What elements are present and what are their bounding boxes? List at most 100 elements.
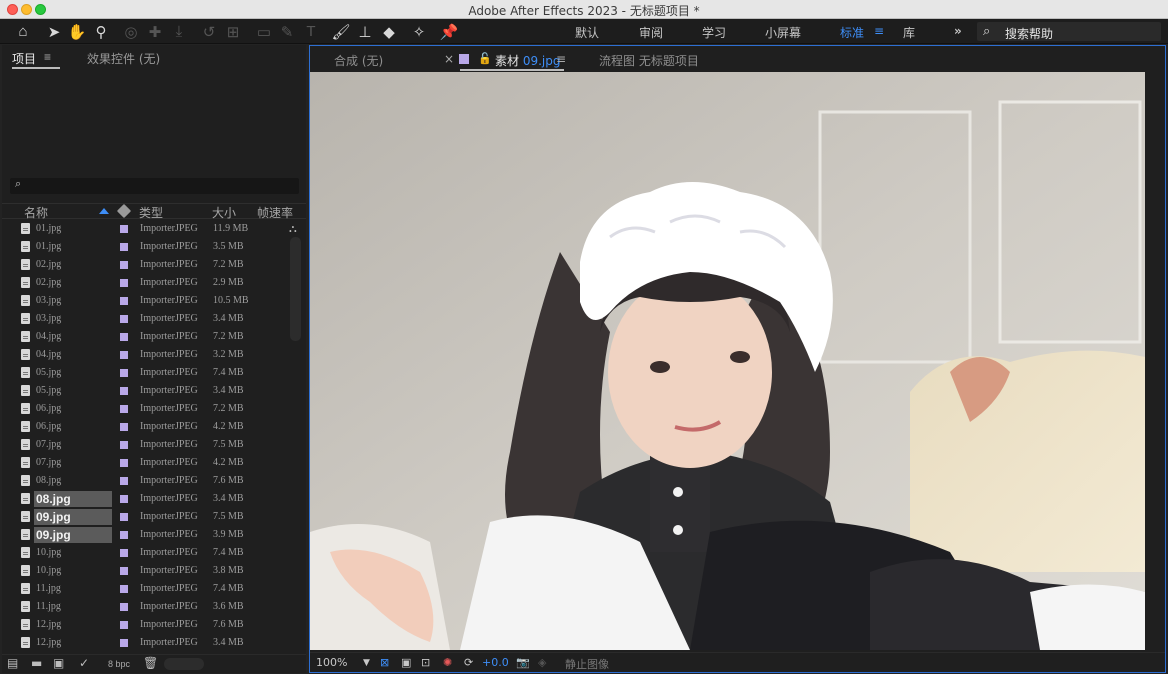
roto-brush-icon[interactable]: ✧ xyxy=(409,22,429,41)
show-channel-icon[interactable]: ✺ xyxy=(443,656,452,669)
workspace-default[interactable]: 默认 xyxy=(575,24,599,41)
file-list-scrollbar[interactable] xyxy=(290,237,301,341)
label-color-swatch[interactable] xyxy=(120,567,128,575)
label-color-swatch[interactable] xyxy=(120,387,128,395)
rectangle-tool-icon[interactable]: ▭ xyxy=(254,22,274,41)
file-row[interactable]: 11.jpg ImporterJPEG 7.4 MB xyxy=(2,580,306,598)
label-color-swatch[interactable] xyxy=(120,333,128,341)
tab-footage[interactable]: 素材 09.jpg xyxy=(495,52,561,69)
label-color-swatch[interactable] xyxy=(120,549,128,557)
file-row[interactable]: 11.jpg ImporterJPEG 3.6 MB xyxy=(2,598,306,616)
file-row[interactable]: 08.jpg ImporterJPEG 3.4 MB xyxy=(2,490,306,508)
label-color-swatch[interactable] xyxy=(120,621,128,629)
eraser-tool-icon[interactable]: ◆ xyxy=(379,22,399,41)
file-row[interactable]: 07.jpg ImporterJPEG 7.5 MB xyxy=(2,436,306,454)
exposure-value[interactable]: +0.0 xyxy=(482,656,509,669)
label-color-swatch[interactable] xyxy=(120,405,128,413)
lock-icon[interactable]: 🔓 xyxy=(478,52,492,65)
workspace-library[interactable]: 库 xyxy=(903,24,915,41)
file-row[interactable]: 05.jpg ImporterJPEG 3.4 MB xyxy=(2,382,306,400)
file-row[interactable]: 02.jpg ImporterJPEG 2.9 MB xyxy=(2,274,306,292)
file-row[interactable]: 09.jpg ImporterJPEG 3.9 MB xyxy=(2,526,306,544)
label-tag-icon[interactable] xyxy=(116,203,132,219)
file-row[interactable]: 10.jpg ImporterJPEG 3.8 MB xyxy=(2,562,306,580)
close-tab-icon[interactable]: × xyxy=(444,52,454,66)
workspace-small-screen[interactable]: 小屏幕 xyxy=(765,24,801,41)
region-of-interest-icon[interactable]: ⊡ xyxy=(421,656,430,669)
tab-project[interactable]: 项目 xyxy=(12,50,36,67)
file-row[interactable]: 06.jpg ImporterJPEG 7.2 MB xyxy=(2,400,306,418)
label-color-swatch[interactable] xyxy=(120,369,128,377)
file-row[interactable]: 10.jpg ImporterJPEG 7.4 MB xyxy=(2,544,306,562)
workspace-menu-icon[interactable]: ≡ xyxy=(874,24,884,38)
column-name[interactable]: 名称 xyxy=(24,204,48,221)
file-row[interactable]: 04.jpg ImporterJPEG 3.2 MB xyxy=(2,346,306,364)
interpret-footage-icon[interactable]: ▤ xyxy=(7,656,18,670)
column-type[interactable]: 类型 xyxy=(139,204,163,221)
file-row[interactable]: 01.jpg ImporterJPEG 11.9 MB xyxy=(2,220,306,238)
anchor-tool-icon[interactable]: ⊞ xyxy=(223,22,243,41)
label-color-swatch[interactable] xyxy=(120,459,128,467)
bit-depth-button[interactable]: 8 bpc xyxy=(108,659,130,669)
label-color-swatch[interactable] xyxy=(120,279,128,287)
label-color-swatch[interactable] xyxy=(120,513,128,521)
label-color-swatch[interactable] xyxy=(120,297,128,305)
new-composition-icon[interactable]: ▣ xyxy=(53,656,64,670)
label-color-swatch[interactable] xyxy=(120,531,128,539)
label-color-swatch[interactable] xyxy=(120,225,128,233)
label-color-swatch[interactable] xyxy=(120,315,128,323)
file-row[interactable]: 01.jpg ImporterJPEG 3.5 MB xyxy=(2,238,306,256)
column-fps[interactable]: 帧速率 xyxy=(257,204,293,221)
label-color-swatch[interactable] xyxy=(120,477,128,485)
selection-tool-icon[interactable]: ➤ xyxy=(44,22,64,41)
workspace-overflow-button[interactable]: » xyxy=(954,24,962,38)
label-color-swatch[interactable] xyxy=(120,423,128,431)
file-row[interactable]: 12.jpg ImporterJPEG 7.6 MB xyxy=(2,616,306,634)
new-folder-icon[interactable]: ▬ xyxy=(31,656,42,670)
sort-ascending-icon[interactable] xyxy=(99,208,109,214)
zoom-level-dropdown[interactable]: 100% xyxy=(316,656,347,669)
workspace-standard[interactable]: 标准 xyxy=(840,24,864,41)
toggle-transparency-grid-icon[interactable]: ▣ xyxy=(401,656,411,669)
panel-menu-icon[interactable]: ≡ xyxy=(44,50,51,64)
zoom-tool-icon[interactable]: ⚲ xyxy=(91,22,111,41)
tab-flowchart[interactable]: 流程图 无标题项目 xyxy=(599,52,699,69)
label-color-swatch[interactable] xyxy=(120,639,128,647)
type-tool-icon[interactable]: T xyxy=(301,22,321,41)
label-color-swatch[interactable] xyxy=(120,261,128,269)
label-color-swatch[interactable] xyxy=(120,585,128,593)
rotation-tool-icon[interactable]: ↺ xyxy=(199,22,219,41)
column-size[interactable]: 大小 xyxy=(212,204,236,221)
clone-stamp-icon[interactable]: ⊥ xyxy=(355,22,375,41)
file-row[interactable]: 08.jpg ImporterJPEG 7.6 MB xyxy=(2,472,306,490)
help-search-input[interactable]: ⌕ 搜索帮助 xyxy=(977,22,1161,41)
adjust-settings-icon[interactable]: ✓ xyxy=(79,656,89,670)
snapshot-camera-icon[interactable]: 📷 xyxy=(516,656,530,669)
chevron-down-icon[interactable]: ▼ xyxy=(363,658,370,668)
tab-effect-controls[interactable]: 效果控件 (无) xyxy=(87,50,160,67)
label-color-swatch[interactable] xyxy=(120,351,128,359)
workspace-review[interactable]: 审阅 xyxy=(639,24,663,41)
file-row[interactable]: 03.jpg ImporterJPEG 10.5 MB xyxy=(2,292,306,310)
label-color-swatch[interactable] xyxy=(120,243,128,251)
trash-icon[interactable]: 🗑 xyxy=(143,656,158,670)
tab-composition[interactable]: 合成 (无) xyxy=(334,52,383,69)
file-row[interactable]: 04.jpg ImporterJPEG 7.2 MB xyxy=(2,328,306,346)
file-row[interactable]: 07.jpg ImporterJPEG 4.2 MB xyxy=(2,454,306,472)
brush-tool-icon[interactable]: 🖌 xyxy=(331,22,351,41)
fit-icon[interactable]: ⊠ xyxy=(380,656,389,669)
workspace-learn[interactable]: 学习 xyxy=(702,24,726,41)
pen-tool-icon[interactable]: ✎ xyxy=(277,22,297,41)
thumbnail-slider[interactable] xyxy=(164,658,204,670)
file-row[interactable]: 12.jpg ImporterJPEG 3.4 MB xyxy=(2,634,306,652)
home-icon[interactable]: ⌂ xyxy=(13,22,33,41)
file-row[interactable]: 03.jpg ImporterJPEG 3.4 MB xyxy=(2,310,306,328)
hand-tool-icon[interactable]: ✋ xyxy=(67,22,87,41)
show-snapshot-icon[interactable]: ◈ xyxy=(538,656,546,669)
viewer-menu-icon[interactable]: ≡ xyxy=(556,52,566,66)
file-row[interactable]: 02.jpg ImporterJPEG 7.2 MB xyxy=(2,256,306,274)
puppet-pin-icon[interactable]: 📌 xyxy=(439,22,459,41)
reset-exposure-icon[interactable]: ⟳ xyxy=(464,656,473,669)
file-row[interactable]: 09.jpg ImporterJPEG 7.5 MB xyxy=(2,508,306,526)
pan-camera-icon[interactable]: ✚ xyxy=(145,22,165,41)
